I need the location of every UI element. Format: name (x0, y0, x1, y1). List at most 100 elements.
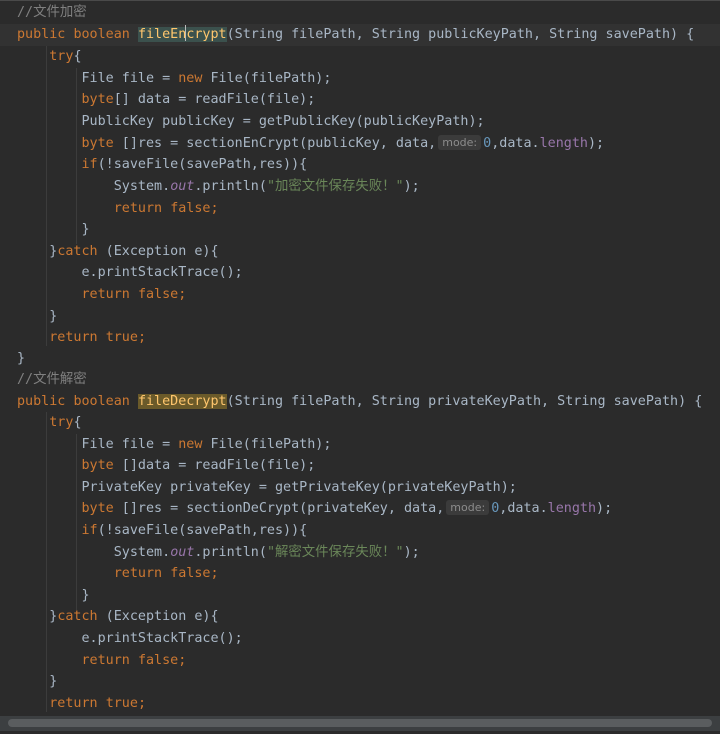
code-text: File(filePath); (202, 71, 332, 86)
code-line[interactable]: File file = new File(filePath); (0, 434, 720, 456)
keyword: if (81, 523, 98, 538)
code-line[interactable]: } (0, 585, 720, 607)
keyword: byte (81, 136, 114, 151)
code-text: File file = (81, 437, 179, 452)
brace: } (49, 309, 58, 324)
code-text: PublicKey publicKey = getPublicKey(publi… (81, 114, 485, 129)
scrollbar-thumb[interactable] (8, 719, 712, 727)
keyword: try (49, 415, 74, 430)
keyword: public (17, 394, 66, 409)
keyword: if (81, 157, 98, 172)
keyword: return (49, 696, 98, 711)
code-line[interactable]: e.printStackTrace(); (0, 262, 720, 284)
keyword: false (137, 287, 179, 302)
code-line[interactable]: byte []res = sectionDeCrypt(privateKey, … (0, 498, 720, 520)
method-name-highlighted[interactable]: fileDecrypt (137, 394, 227, 409)
parameter-inlay-hint: mode: (438, 135, 482, 150)
code-text: e.printStackTrace(); (81, 265, 243, 280)
keyword: return (113, 566, 163, 581)
brace: } (81, 588, 90, 603)
code-line[interactable]: return false; (0, 284, 720, 306)
code-text: []res = sectionEnCrypt(publicKey, data, (113, 136, 437, 151)
code-line[interactable]: if(!saveFile(savePath,res)){ (0, 520, 720, 542)
code-line[interactable]: return false; (0, 198, 720, 220)
method-params: (String filePath, String publicKeyPath, … (226, 27, 695, 42)
code-line[interactable]: }catch (Exception e){ (0, 606, 720, 628)
code-line[interactable]: System.out.println("解密文件保存失败！"); (0, 542, 720, 564)
string-literal: "加密文件保存失败！" (266, 179, 404, 194)
field-name: length (547, 501, 597, 516)
code-line[interactable]: public boolean fileDecrypt(String filePa… (0, 391, 720, 413)
code-line[interactable]: //文件解密 (0, 369, 720, 391)
code-line[interactable]: return false; (0, 650, 720, 672)
keyword: try (49, 49, 74, 64)
keyword: return (81, 653, 130, 668)
code-text: ); (596, 501, 613, 516)
number-literal: 0 (483, 136, 492, 151)
keyword: public (17, 27, 66, 42)
keyword: false (137, 653, 179, 668)
code-text: PrivateKey privateKey = getPrivateKey(pr… (81, 480, 517, 495)
horizontal-scrollbar[interactable] (0, 716, 720, 731)
code-text: [] data = readFile(file); (113, 92, 316, 107)
code-text: System. (113, 179, 171, 194)
code-text: .println( (194, 545, 267, 560)
keyword: return (49, 330, 98, 345)
code-text: ); (403, 179, 420, 194)
keyword: return (81, 287, 130, 302)
semicolon: ; (178, 287, 187, 302)
code-line[interactable]: byte []res = sectionEnCrypt(publicKey, d… (0, 133, 720, 155)
keyword: new (178, 437, 203, 452)
code-line[interactable]: File file = new File(filePath); (0, 68, 720, 90)
static-field: out (170, 179, 195, 194)
keyword: true (105, 696, 138, 711)
field-name: length (539, 136, 588, 151)
semicolon: ; (137, 696, 146, 711)
code-editor[interactable]: //文件加密 public boolean fileEncrypt(String… (0, 0, 720, 731)
code-line[interactable]: PrivateKey privateKey = getPrivateKey(pr… (0, 477, 720, 499)
editor-top-border (0, 0, 720, 1)
code-line[interactable]: try{ (0, 46, 720, 68)
brace: { (73, 415, 82, 430)
code-line[interactable]: } (0, 671, 720, 693)
string-literal: "解密文件保存失败！" (266, 545, 404, 560)
code-line[interactable]: if(!saveFile(savePath,res)){ (0, 154, 720, 176)
code-text: .println( (194, 179, 267, 194)
brace: } (17, 351, 26, 366)
code-line[interactable]: PublicKey publicKey = getPublicKey(publi… (0, 111, 720, 133)
code-text: File(filePath); (202, 437, 332, 452)
code-line[interactable]: byte[] data = readFile(file); (0, 89, 720, 111)
semicolon: ; (210, 566, 219, 581)
semicolon: ; (210, 201, 219, 216)
code-text: ); (587, 136, 605, 151)
method-params: (String filePath, String privateKeyPath,… (226, 394, 703, 409)
keyword: catch (57, 609, 98, 624)
code-line[interactable]: //文件加密 (0, 2, 720, 24)
keyword: true (105, 330, 138, 345)
code-line[interactable]: }catch (Exception e){ (0, 241, 720, 263)
code-text: System. (113, 545, 171, 560)
code-line[interactable]: } (0, 348, 720, 370)
code-text: (Exception e){ (97, 609, 219, 624)
code-line-current[interactable]: public boolean fileEncrypt(String filePa… (0, 24, 720, 46)
brace: } (81, 222, 90, 237)
method-name-highlighted[interactable]: fileEncrypt (137, 25, 227, 42)
code-line[interactable]: } (0, 219, 720, 241)
keyword: byte (81, 92, 114, 107)
code-text: (!saveFile(savePath,res)){ (97, 523, 308, 538)
keyword: boolean (73, 27, 130, 42)
code-line[interactable]: try{ (0, 412, 720, 434)
keyword: return (113, 201, 163, 216)
code-line[interactable]: return true; (0, 327, 720, 349)
semicolon: ; (137, 330, 146, 345)
keyword: false (170, 201, 211, 216)
code-line[interactable]: return false; (0, 563, 720, 585)
code-line[interactable]: byte []data = readFile(file); (0, 455, 720, 477)
keyword: new (178, 71, 203, 86)
brace: } (49, 674, 58, 689)
code-text: []data = readFile(file); (113, 458, 316, 473)
code-line[interactable]: } (0, 306, 720, 328)
code-line[interactable]: e.printStackTrace(); (0, 628, 720, 650)
code-text: ,data. (499, 501, 548, 516)
code-line[interactable]: System.out.println("加密文件保存失败！"); (0, 176, 720, 198)
